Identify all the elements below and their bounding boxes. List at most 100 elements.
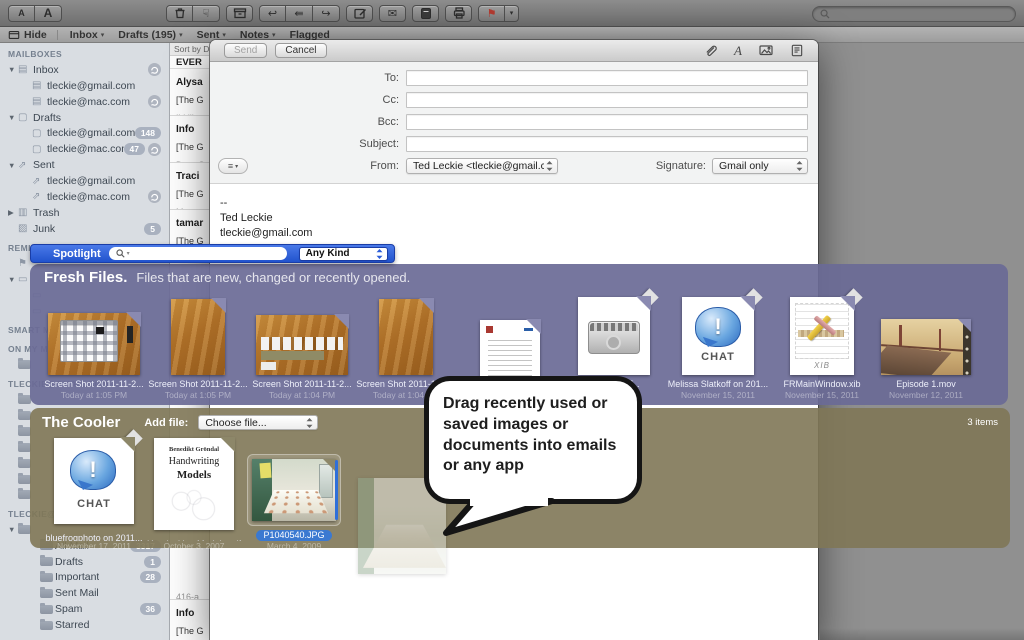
file-thumbnail[interactable]: ! CHAT Benedikt Gröndal Handwriting Mode… bbox=[54, 438, 134, 524]
file-item[interactable]: ! CHAT XIB E bbox=[874, 288, 978, 400]
toolbar-search[interactable] bbox=[812, 6, 1016, 22]
sidebar-row[interactable]: folder Drafts 1 bbox=[0, 554, 169, 570]
hide-button[interactable]: Hide bbox=[8, 29, 47, 41]
compose-header[interactable]: Send Cancel A bbox=[210, 40, 818, 62]
thumbnail-decor bbox=[419, 298, 434, 313]
get-mail-button[interactable]: ✉ bbox=[379, 5, 406, 22]
kind-filter-select[interactable]: Any Kind bbox=[299, 247, 388, 261]
send-button[interactable]: Send bbox=[224, 43, 267, 58]
sidebar-row[interactable]: MAILBOXES bbox=[0, 46, 169, 62]
sidebar-row[interactable]: ▼ ▢ Drafts bbox=[0, 110, 169, 126]
file-item[interactable]: ! CHAT Benedikt Gröndal Handwriting Mode… bbox=[44, 433, 144, 551]
sidebar-row[interactable]: ▢ tleckie@gmail.com 148 bbox=[0, 125, 169, 141]
disclosure-triangle[interactable]: ▼ bbox=[8, 161, 18, 170]
sidebar-row[interactable]: folder Sent Mail bbox=[0, 585, 169, 601]
print-button[interactable] bbox=[445, 5, 472, 22]
sidebar-row[interactable]: folder Spam 36 bbox=[0, 601, 169, 617]
spotlight-search-input[interactable] bbox=[109, 247, 287, 260]
sidebar-row[interactable]: ▼ ▤ Inbox bbox=[0, 62, 169, 78]
smaller-text-button[interactable]: A bbox=[8, 5, 35, 22]
file-thumbnail[interactable]: ! CHAT XIB bbox=[578, 297, 650, 375]
file-thumbnail[interactable]: ! CHAT XIB bbox=[379, 299, 433, 375]
disclosure-triangle[interactable]: ▶ bbox=[8, 208, 18, 217]
bcc-field[interactable] bbox=[406, 114, 808, 130]
favorite-mailbox-item[interactable]: Notes ▾ bbox=[240, 29, 276, 41]
message-row[interactable]: Info [The G Applic 3pm. T bbox=[170, 600, 209, 640]
cancel-button[interactable]: Cancel bbox=[275, 43, 326, 58]
favorite-mailbox-item[interactable]: Flagged bbox=[290, 29, 333, 41]
file-thumbnail[interactable]: ! CHAT Benedikt Gröndal Handwriting Mode… bbox=[252, 459, 336, 521]
favorite-mailbox-item[interactable]: Inbox ▾ bbox=[70, 29, 105, 41]
stationery-button[interactable] bbox=[790, 43, 804, 58]
reply-all-button[interactable]: ⇚ bbox=[286, 5, 313, 22]
forward-button[interactable]: ↪ bbox=[313, 5, 340, 22]
delete-button[interactable] bbox=[166, 5, 193, 22]
note-button[interactable] bbox=[412, 5, 439, 22]
sidebar-row[interactable]: ▼ ⇗ Sent bbox=[0, 157, 169, 173]
file-thumbnail[interactable]: ! CHAT XIB bbox=[682, 297, 754, 375]
items-count: 3 items bbox=[967, 417, 998, 428]
sidebar-row[interactable]: ▶ ▥ Trash bbox=[0, 205, 169, 221]
disclosure-triangle[interactable]: ▼ bbox=[8, 65, 18, 74]
header-options-button[interactable]: ≡ ▾ bbox=[218, 158, 248, 174]
file-thumbnail[interactable]: ! CHAT XIB bbox=[790, 297, 854, 375]
signature-select[interactable]: Gmail only bbox=[712, 158, 808, 174]
sidebar-row[interactable]: ▤ tleckie@mac.com bbox=[0, 94, 169, 110]
file-item[interactable]: ! CHAT XIB S bbox=[250, 288, 354, 400]
message-row[interactable]: Alysa [The G I'd like bbox=[170, 69, 209, 116]
unread-badge: 36 bbox=[140, 603, 161, 615]
message-row[interactable]: 416-a bbox=[170, 548, 209, 600]
bubble-tail-mask bbox=[470, 495, 548, 506]
disclosure-triangle[interactable]: ▼ bbox=[8, 275, 18, 284]
fonts-button[interactable]: A bbox=[734, 42, 742, 60]
favorite-mailbox-item[interactable]: Sent ▾ bbox=[197, 29, 226, 41]
subject-field[interactable] bbox=[406, 136, 808, 152]
message-row[interactable]: EVER bbox=[170, 56, 209, 69]
sidebar-row[interactable]: folder Important 28 bbox=[0, 570, 169, 586]
cc-field[interactable] bbox=[406, 92, 808, 108]
unread-badge: 148 bbox=[135, 127, 161, 139]
sidebar-row[interactable]: ▢ tleckie@mac.com 47 bbox=[0, 141, 169, 157]
archive-button[interactable] bbox=[226, 5, 253, 22]
sidebar-row[interactable]: folder Starred bbox=[0, 617, 169, 633]
disclosure-triangle[interactable]: ▼ bbox=[8, 525, 18, 534]
message-row[interactable]: Info [The G Dear C gettin bbox=[170, 116, 209, 163]
larger-text-button[interactable]: A bbox=[35, 5, 62, 22]
to-field[interactable] bbox=[406, 70, 808, 86]
junk-button[interactable]: ☟ bbox=[193, 5, 220, 22]
sender: Traci bbox=[176, 171, 199, 182]
file-item[interactable]: ! CHAT XIB M bbox=[666, 288, 770, 400]
flag-button[interactable]: ⚑ bbox=[478, 5, 505, 22]
favorite-mailbox-item[interactable]: Drafts (195) ▾ bbox=[118, 29, 182, 41]
sidebar-row[interactable]: ⇗ tleckie@gmail.com bbox=[0, 173, 169, 189]
unread-badge: 1 bbox=[144, 556, 161, 568]
file-thumbnail[interactable]: ! CHAT XIB bbox=[171, 299, 225, 375]
smaller-text-icon: A bbox=[18, 8, 25, 18]
file-item[interactable]: ! CHAT XIB S bbox=[42, 288, 146, 400]
file-thumbnail[interactable]: ! CHAT XIB bbox=[48, 313, 140, 375]
file-thumbnail[interactable]: ! CHAT XIB bbox=[256, 315, 348, 375]
file-item[interactable]: ! CHAT Benedikt Gröndal Handwriting Mode… bbox=[244, 433, 344, 551]
file-item[interactable]: ! CHAT XIB S bbox=[146, 288, 250, 400]
compose-body[interactable]: -- Ted Leckie tleckie@gmail.com bbox=[210, 184, 818, 253]
disclosure-triangle[interactable]: ▼ bbox=[8, 113, 18, 122]
photo-browser-button[interactable] bbox=[758, 43, 774, 58]
subject-line: [The G bbox=[176, 95, 204, 105]
file-item[interactable]: ! CHAT Benedikt Gröndal Handwriting Mode… bbox=[144, 433, 244, 551]
sidebar-row[interactable]: ▤ tleckie@gmail.com bbox=[0, 78, 169, 94]
sort-header[interactable]: Sort by D bbox=[170, 43, 209, 56]
reply-button[interactable]: ↩ bbox=[259, 5, 286, 22]
sidebar-row[interactable]: ⇗ tleckie@mac.com bbox=[0, 189, 169, 205]
new-message-button[interactable] bbox=[346, 5, 373, 22]
file-thumbnail[interactable]: ! CHAT XIB bbox=[881, 319, 971, 375]
sidebar-row[interactable]: ▨ Junk 5 bbox=[0, 221, 169, 237]
file-item[interactable]: ! CHAT XIB F bbox=[770, 288, 874, 400]
flag-icon: ⚑ bbox=[487, 7, 497, 20]
flag-menu-button[interactable]: ▾ bbox=[505, 5, 519, 22]
from-select[interactable]: Ted Leckie <tleckie@gmail.com> bbox=[406, 158, 558, 174]
choose-file-select[interactable]: Choose file... bbox=[198, 415, 318, 430]
xib-label: XIB bbox=[790, 361, 854, 370]
attach-button[interactable] bbox=[703, 43, 718, 58]
file-thumbnail[interactable]: ! CHAT Benedikt Gröndal Handwriting Mode… bbox=[154, 438, 234, 530]
message-row[interactable]: Traci [The G Me too 10:24 bbox=[170, 163, 209, 210]
